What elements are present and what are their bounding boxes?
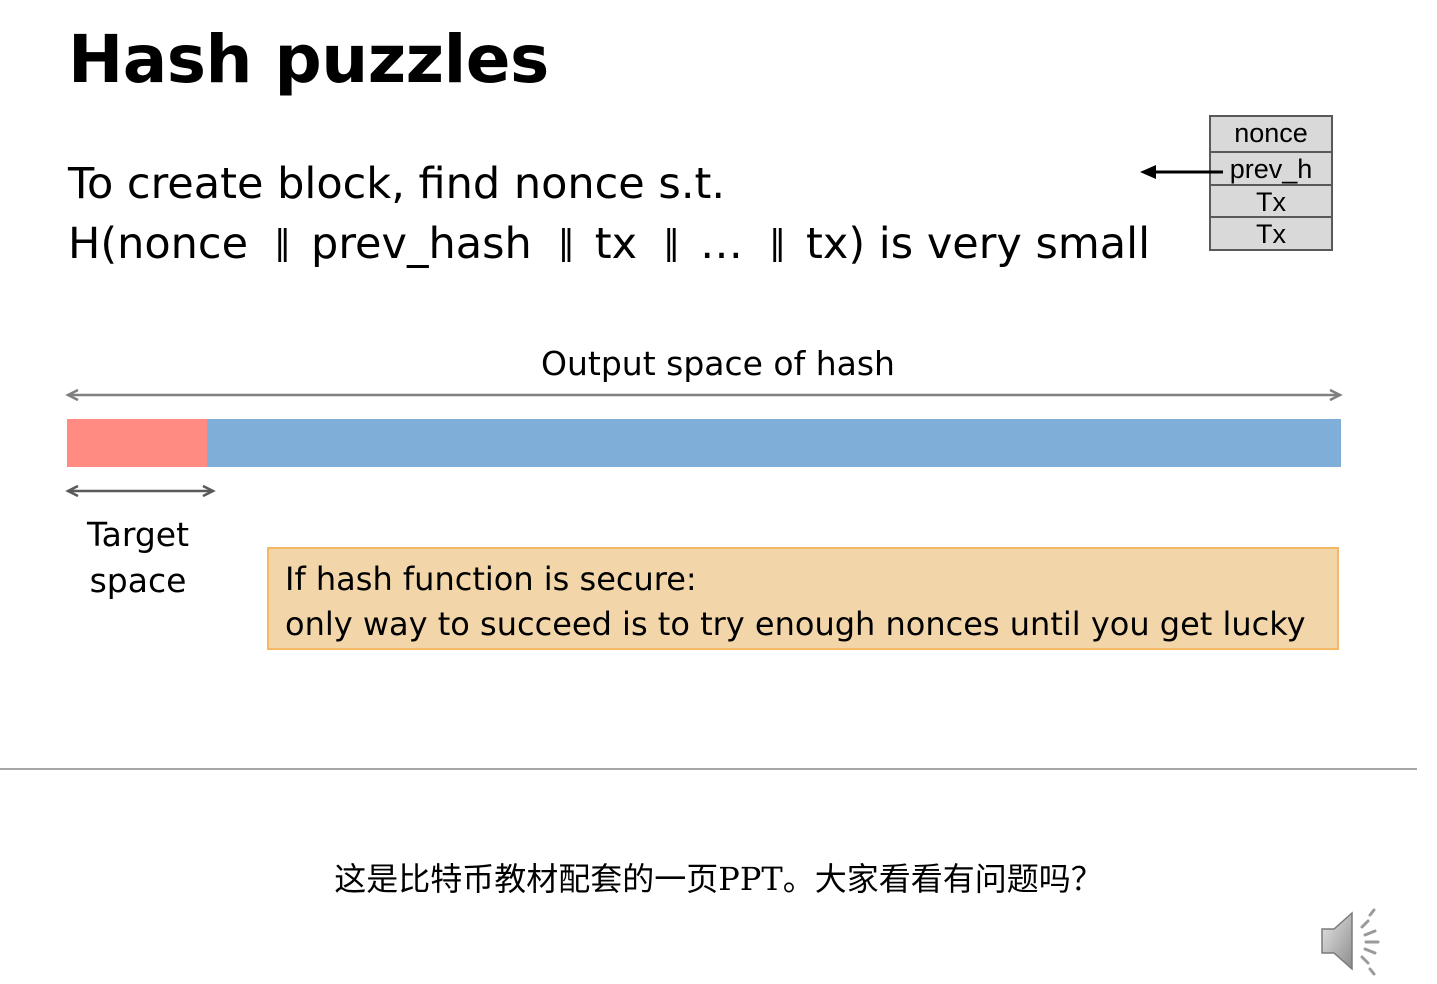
divider bbox=[0, 768, 1417, 770]
hash-output-space-bar bbox=[67, 419, 1341, 467]
callout-line: only way to succeed is to try enough non… bbox=[285, 605, 1306, 643]
target-space-region bbox=[67, 419, 208, 467]
target-space-label: Target space bbox=[80, 512, 196, 604]
arrow-left-icon bbox=[1140, 165, 1223, 179]
caption-text: 这是比特币教材配套的一页PPT。大家看看有问题吗？ bbox=[334, 860, 1103, 898]
speaker-icon[interactable] bbox=[1318, 905, 1394, 977]
target-label-line: space bbox=[89, 561, 187, 600]
target-label-line: Target bbox=[86, 515, 190, 554]
security-callout: If hash function is secure: only way to … bbox=[267, 547, 1339, 650]
output-space-label: Output space of hash bbox=[541, 344, 895, 383]
callout-line: If hash function is secure: bbox=[285, 560, 697, 598]
output-space-arrow bbox=[65, 388, 1343, 402]
target-space-arrow bbox=[65, 484, 216, 498]
diagram-arrows bbox=[65, 165, 1343, 498]
